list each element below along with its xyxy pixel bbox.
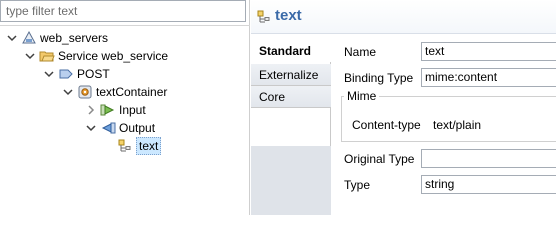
tree-item-label: text [136, 137, 162, 155]
tree-item-label: POST [77, 67, 110, 81]
binding-type-label: Binding Type [344, 71, 414, 85]
folder-service-icon [39, 48, 55, 64]
output-arrow-icon [100, 120, 116, 136]
properties-panel: text Standard Externalize Core Name text… [251, 0, 556, 215]
standard-form: Name text Binding Type mime:content Mime… [332, 34, 556, 215]
original-type-field[interactable] [421, 149, 556, 168]
container-gear-icon [77, 84, 93, 100]
chevron-down-icon[interactable] [85, 122, 97, 134]
type-label: Type [344, 178, 371, 192]
tree-item-label: Service web_service [58, 49, 169, 63]
original-type-label: Original Type [344, 152, 415, 166]
tree-item-label: Output [119, 121, 156, 135]
server-triangle-icon [21, 30, 37, 46]
properties-header: text [251, 0, 556, 34]
chevron-down-icon[interactable] [43, 68, 55, 80]
input-arrow-icon [100, 102, 116, 118]
tab-bar-filler [251, 146, 331, 215]
tree-item-input[interactable]: Input [85, 101, 146, 119]
tree-item-service[interactable]: Service web_service [24, 47, 168, 65]
tree-item-text[interactable]: text [117, 137, 162, 155]
filter-separator [0, 25, 250, 26]
tree-item-label: web_servers [40, 31, 109, 45]
type-field[interactable]: string [421, 175, 556, 194]
content-type-label: Content-type [352, 118, 421, 132]
tree-item-label: textContainer [96, 85, 168, 99]
tree-item-output[interactable]: Output [85, 119, 155, 137]
chevron-right-icon[interactable] [85, 104, 97, 116]
name-field[interactable]: text [421, 42, 556, 61]
chevron-down-icon[interactable] [62, 86, 74, 98]
chevron-down-icon[interactable] [24, 50, 36, 62]
tree-panel: type filter text web_servers Service web… [0, 0, 250, 215]
text-element-icon [117, 138, 133, 154]
tree-item-web-servers[interactable]: web_servers [6, 29, 108, 47]
chevron-down-icon[interactable] [6, 32, 18, 44]
tab-standard[interactable]: Standard [251, 40, 332, 62]
tree-item-text-container[interactable]: textContainer [62, 83, 167, 101]
tree-item-label: Input [119, 103, 146, 117]
page-title: text [275, 7, 302, 24]
tab-externalize[interactable]: Externalize [251, 64, 331, 86]
arrow-right-icon [58, 66, 74, 82]
tree-item-post[interactable]: POST [43, 65, 110, 83]
name-label: Name [344, 45, 377, 59]
text-element-icon [256, 9, 272, 25]
filter-input[interactable]: type filter text [0, 0, 246, 22]
content-type-value: text/plain [433, 118, 482, 132]
tab-core[interactable]: Core [251, 86, 331, 108]
binding-type-field[interactable]: mime:content [421, 68, 556, 87]
mime-group-title: Mime [344, 89, 380, 103]
tab-bar: Standard Externalize Core [251, 40, 332, 215]
